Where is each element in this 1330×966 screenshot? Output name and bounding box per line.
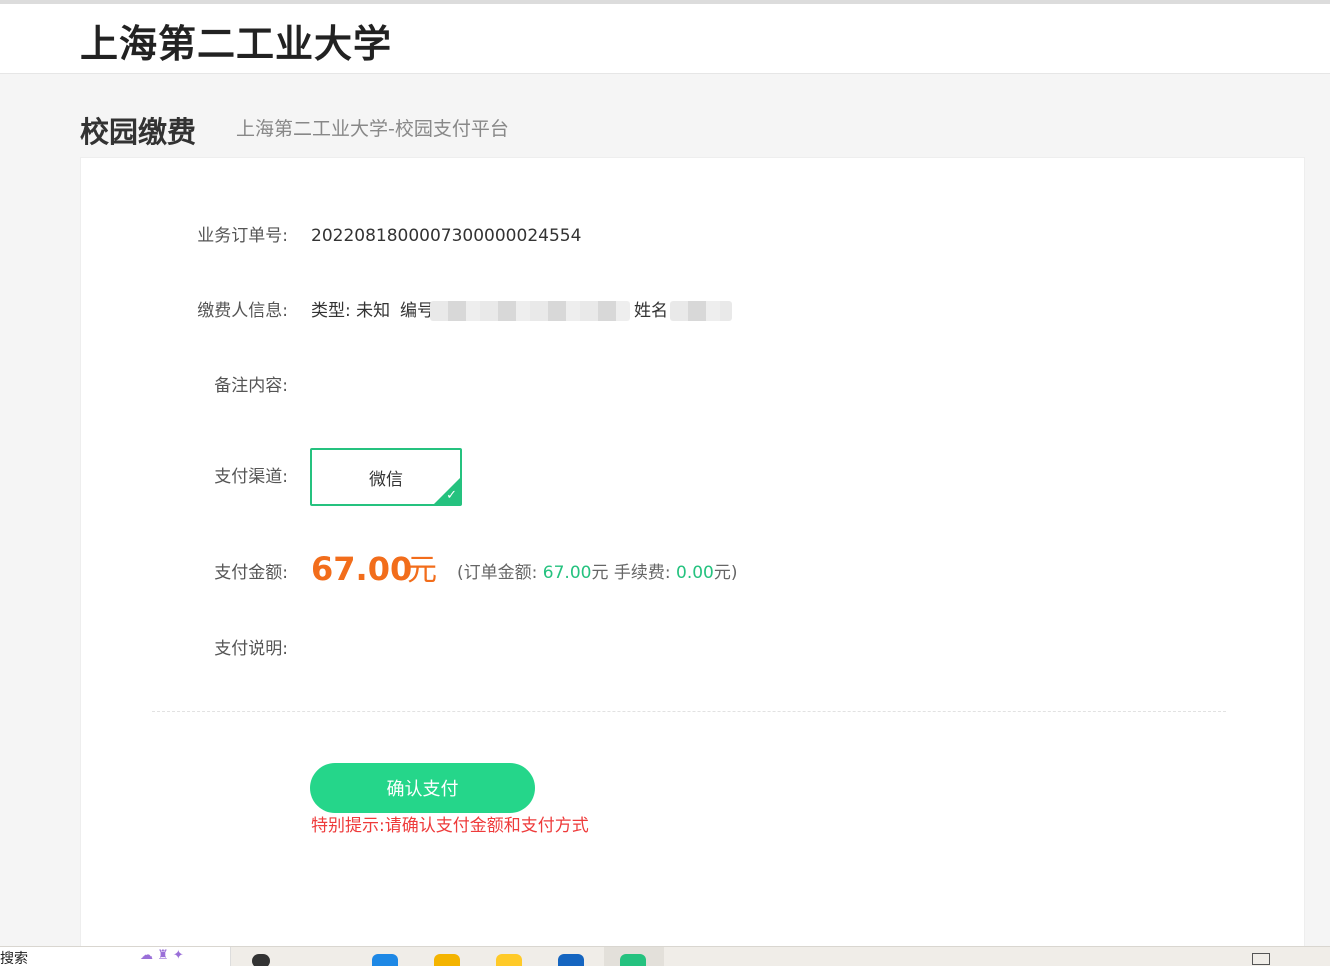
taskbar-search[interactable]: 搜索 ☁ ♜ ✦ xyxy=(0,947,231,966)
wechat-pay-label: 微信 xyxy=(369,469,403,490)
confirm-payment-button[interactable]: 确认支付 xyxy=(310,763,535,813)
payer-id-redacted xyxy=(430,301,630,321)
pay-amount-unit: 元 xyxy=(407,553,437,588)
fee-value: 0.00 xyxy=(676,563,714,583)
payment-card xyxy=(80,157,1305,959)
payment-tip: 特别提示:请确认支付金额和支付方式 xyxy=(311,816,589,836)
page-subtitle: 上海第二工业大学-校园支付平台 xyxy=(236,118,509,140)
browser-icon[interactable] xyxy=(372,954,398,966)
app-icon[interactable] xyxy=(496,954,522,966)
remark-label: 备注内容: xyxy=(214,376,288,396)
university-name: 上海第二工业大学 xyxy=(80,22,393,66)
order-number-value: 2022081800007300000024554 xyxy=(311,226,582,246)
order-amount-label: (订单金额: xyxy=(457,563,538,583)
checkmark-icon: ✓ xyxy=(446,488,457,503)
fee-unit: 元) xyxy=(713,563,738,583)
os-taskbar: 搜索 ☁ ♜ ✦ xyxy=(0,946,1330,966)
payer-info-label: 缴费人信息: xyxy=(197,301,288,321)
payer-name-label: 姓名 xyxy=(634,301,668,321)
search-icon[interactable] xyxy=(252,954,270,966)
taskbar-search-text: 搜索 xyxy=(0,951,28,966)
order-amount-value: 67.00 xyxy=(542,563,592,583)
folder-icon[interactable] xyxy=(434,954,460,966)
wechat-icon[interactable] xyxy=(620,954,646,966)
description-label: 支付说明: xyxy=(214,639,288,659)
payer-name-redacted xyxy=(670,301,732,321)
payer-id-label: 编号 xyxy=(400,301,434,321)
search-decoration-icon: ☁ ♜ ✦ xyxy=(140,948,184,963)
tray-icon[interactable] xyxy=(1252,953,1270,965)
amount-label: 支付金额: xyxy=(214,563,288,583)
payer-type: 类型: 未知 xyxy=(311,301,391,321)
channel-label: 支付渠道: xyxy=(214,467,288,487)
site-header: 上海第二工业大学 xyxy=(0,4,1330,74)
wechat-pay-option[interactable]: 微信 ✓ xyxy=(310,448,462,506)
order-number-label: 业务订单号: xyxy=(197,226,288,246)
amount-detail: (订单金额: 67.00元 手续费: 0.00元) xyxy=(457,561,738,585)
pay-amount: 67.00 xyxy=(311,550,413,588)
page-title: 校园缴费 xyxy=(80,115,197,149)
order-amount-unit: 元 xyxy=(591,563,609,583)
window-icon[interactable] xyxy=(558,954,584,966)
fee-label: 手续费: xyxy=(613,563,671,583)
divider xyxy=(152,711,1226,712)
